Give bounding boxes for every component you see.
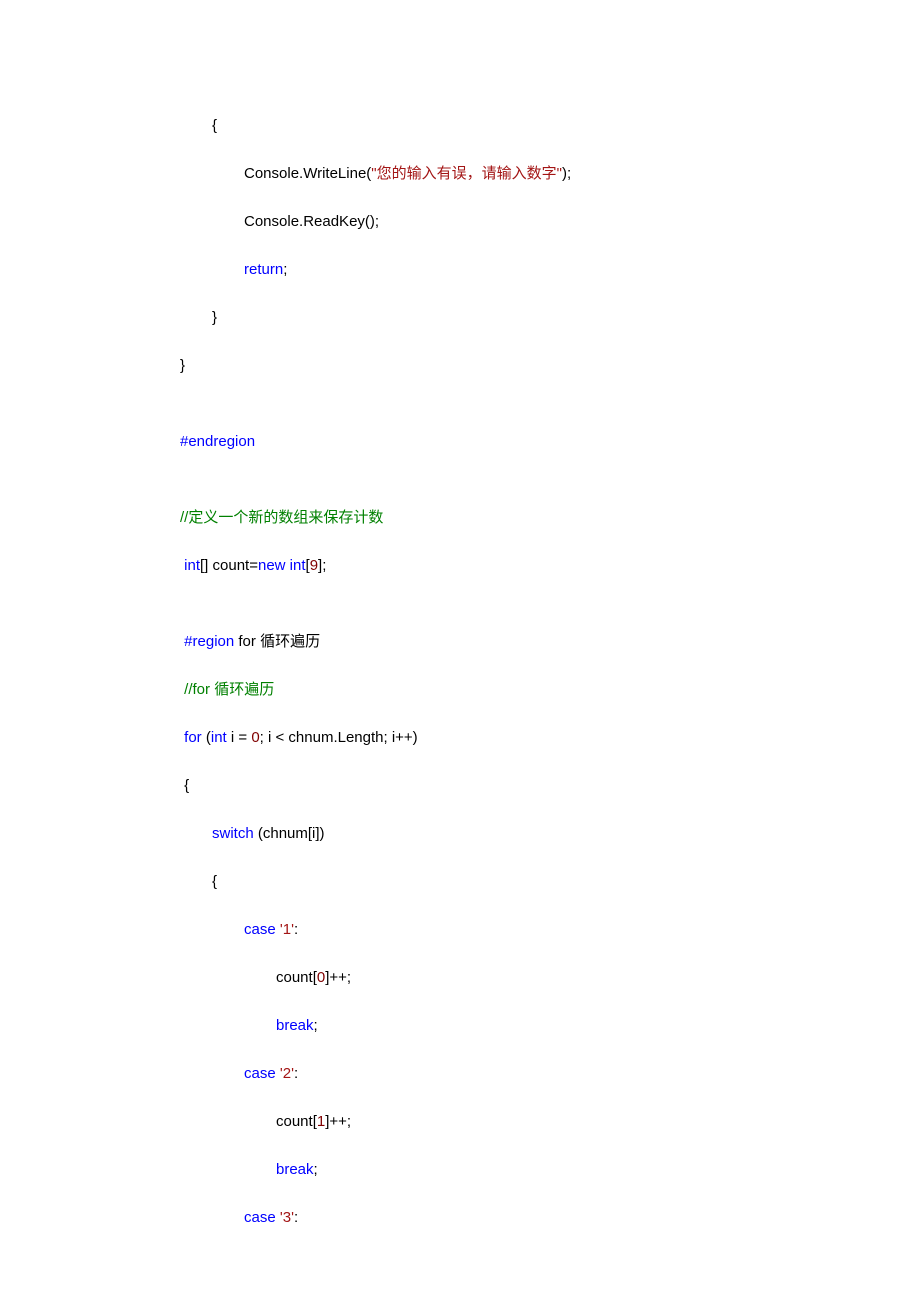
- code-text: ; i < chnum.Length; i++): [260, 729, 418, 746]
- number-literal: 0: [251, 729, 259, 746]
- string-literal: '2': [280, 1065, 294, 1082]
- code-line: case '2':: [180, 1063, 860, 1084]
- code-line: //定义一个新的数组来保存计数: [180, 507, 860, 528]
- code-line: int[] count=new int[9];: [180, 555, 860, 576]
- string-literal: 您的输入有误，请输入数字: [377, 165, 557, 182]
- code-text: for: [234, 633, 260, 650]
- code-text: :: [294, 1209, 298, 1226]
- code-line: {: [180, 775, 860, 796]
- code-text: Console.WriteLine(: [244, 165, 371, 182]
- code-line: count[0]++;: [180, 967, 860, 988]
- code-line: break;: [180, 1159, 860, 1180]
- comment: 定义一个新的数组来保存计数: [188, 509, 383, 526]
- code-text: i =: [227, 729, 252, 746]
- code-text: ];: [318, 557, 326, 574]
- code-line: case '3':: [180, 1207, 860, 1228]
- code-text: count[: [276, 1113, 317, 1130]
- code-line: {: [180, 115, 860, 136]
- keyword: new int: [258, 557, 306, 574]
- string-literal: '1': [280, 921, 294, 938]
- keyword: int: [180, 557, 200, 574]
- code-text: ;: [314, 1161, 318, 1178]
- keyword: case: [244, 1209, 276, 1226]
- keyword: #endregion: [180, 433, 255, 450]
- comment: //for: [180, 681, 214, 698]
- number-literal: 9: [310, 557, 318, 574]
- code-line: {: [180, 871, 860, 892]
- code-line: Console.ReadKey();: [180, 211, 860, 232]
- code-line: }: [180, 307, 860, 328]
- keyword: case: [244, 1065, 276, 1082]
- keyword: int: [211, 729, 227, 746]
- code-text: (chnum[i]): [254, 825, 325, 842]
- keyword: break: [276, 1017, 314, 1034]
- code-line: #region for 循环遍历: [180, 631, 860, 652]
- keyword: switch: [212, 825, 254, 842]
- code-text: count[: [276, 969, 317, 986]
- brace-open: {: [212, 117, 217, 134]
- code-text: [] count=: [200, 557, 258, 574]
- keyword: for: [180, 729, 202, 746]
- code-line: count[1]++;: [180, 1111, 860, 1132]
- code-line: Console.WriteLine("您的输入有误，请输入数字");: [180, 163, 860, 184]
- keyword: case: [244, 921, 276, 938]
- code-text: ]++;: [325, 969, 351, 986]
- code-line: case '1':: [180, 919, 860, 940]
- code-text: ;: [314, 1017, 318, 1034]
- code-line: break;: [180, 1015, 860, 1036]
- number-literal: 0: [317, 969, 325, 986]
- code-text: );: [562, 165, 571, 182]
- code-text: Console.ReadKey();: [244, 213, 379, 230]
- brace-open: {: [212, 873, 217, 890]
- code-line: //for 循环遍历: [180, 679, 860, 700]
- keyword: break: [276, 1161, 314, 1178]
- comment: 循环遍历: [214, 681, 274, 698]
- keyword: #region: [180, 633, 234, 650]
- code-text: ;: [283, 261, 287, 278]
- code-text: :: [294, 921, 298, 938]
- keyword: return: [244, 261, 283, 278]
- code-line: for (int i = 0; i < chnum.Length; i++): [180, 727, 860, 748]
- string-literal: '3': [280, 1209, 294, 1226]
- code-text: ]++;: [325, 1113, 351, 1130]
- number-literal: 1: [317, 1113, 325, 1130]
- code-line: return;: [180, 259, 860, 280]
- code-text: 循环遍历: [260, 633, 320, 650]
- code-line: }: [180, 355, 860, 376]
- brace-close: }: [212, 309, 217, 326]
- brace-close: }: [180, 357, 185, 374]
- code-line: switch (chnum[i]): [180, 823, 860, 844]
- code-page: { Console.WriteLine("您的输入有误，请输入数字"); Con…: [0, 0, 920, 1302]
- code-text: (: [202, 729, 211, 746]
- brace-open: {: [180, 777, 189, 794]
- code-line: #endregion: [180, 431, 860, 452]
- code-text: :: [294, 1065, 298, 1082]
